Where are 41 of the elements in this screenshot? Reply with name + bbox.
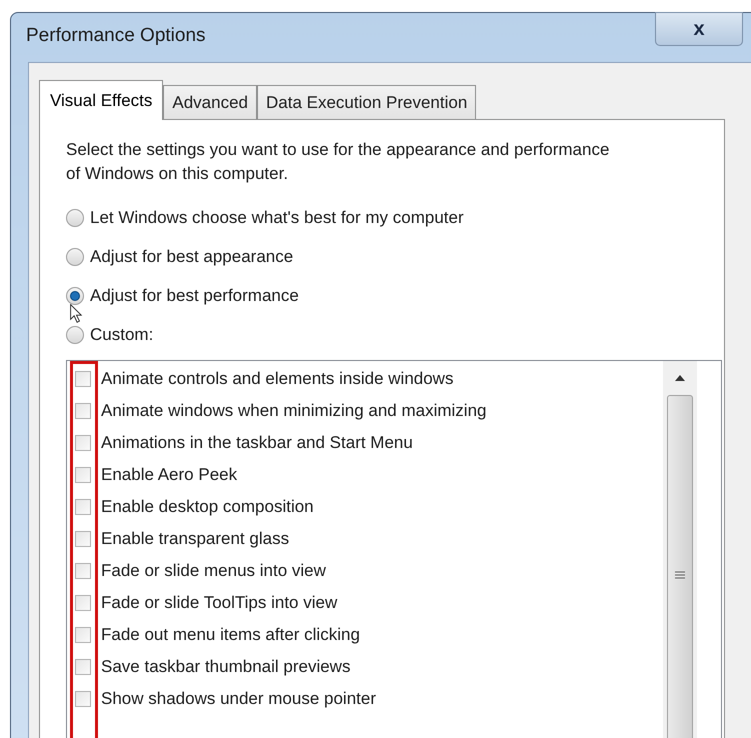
checkbox[interactable] — [75, 467, 91, 483]
radio-label: Custom: — [90, 324, 154, 346]
checkbox[interactable] — [75, 499, 91, 515]
checkbox-label: Animations in the taskbar and Start Menu — [101, 432, 413, 454]
scrollbar[interactable] — [663, 361, 697, 738]
checkbox-label: Enable Aero Peek — [101, 464, 238, 486]
window-title: Performance Options — [26, 24, 206, 48]
checkbox[interactable] — [75, 691, 91, 707]
radio-button[interactable] — [66, 326, 84, 344]
checkbox[interactable] — [75, 531, 91, 547]
radio-button[interactable] — [66, 248, 84, 266]
checkbox[interactable] — [75, 627, 91, 643]
checkbox[interactable] — [75, 563, 91, 579]
radio-button[interactable] — [66, 286, 84, 304]
checkbox[interactable] — [75, 595, 91, 611]
close-button[interactable]: x — [655, 12, 743, 46]
checkbox-label: Show shadows under mouse pointer — [101, 688, 376, 710]
checkbox-label: Enable desktop composition — [101, 496, 314, 518]
checkbox-label: Fade or slide ToolTips into view — [101, 592, 338, 614]
checkbox-label: Save taskbar thumbnail previews — [101, 656, 350, 678]
radio-label: Adjust for best performance — [90, 284, 299, 307]
checkbox[interactable] — [75, 659, 91, 675]
checkbox-label: Fade or slide menus into view — [101, 560, 326, 582]
radio-label: Let Windows choose what's best for my computer — [90, 206, 464, 229]
checkbox[interactable] — [75, 435, 91, 451]
scroll-thumb[interactable] — [667, 395, 693, 738]
grip-icon — [675, 571, 685, 579]
radio-label: Adjust for best appearance — [90, 246, 294, 268]
mouse-pointer-icon — [70, 304, 83, 324]
checkbox[interactable] — [75, 371, 91, 387]
description-text: Select the settings you want to use for the appearance and performance of Windows on this computer. — [66, 139, 610, 185]
checkbox-label: Animate windows when minimizing and maximizing — [101, 400, 486, 422]
tab[interactable]: Advanced — [163, 85, 257, 119]
tab[interactable]: Visual Effects — [39, 80, 164, 120]
checkbox[interactable] — [75, 403, 91, 419]
checkbox-label: Fade out menu items after clicking — [101, 624, 360, 646]
scroll-up-icon[interactable] — [675, 375, 685, 381]
tab[interactable]: Data Execution Prevention — [257, 85, 476, 119]
radio-button[interactable] — [66, 208, 84, 226]
checkbox-label: Enable transparent glass — [101, 528, 290, 550]
checkbox-label: Animate controls and elements inside windows — [101, 368, 454, 390]
